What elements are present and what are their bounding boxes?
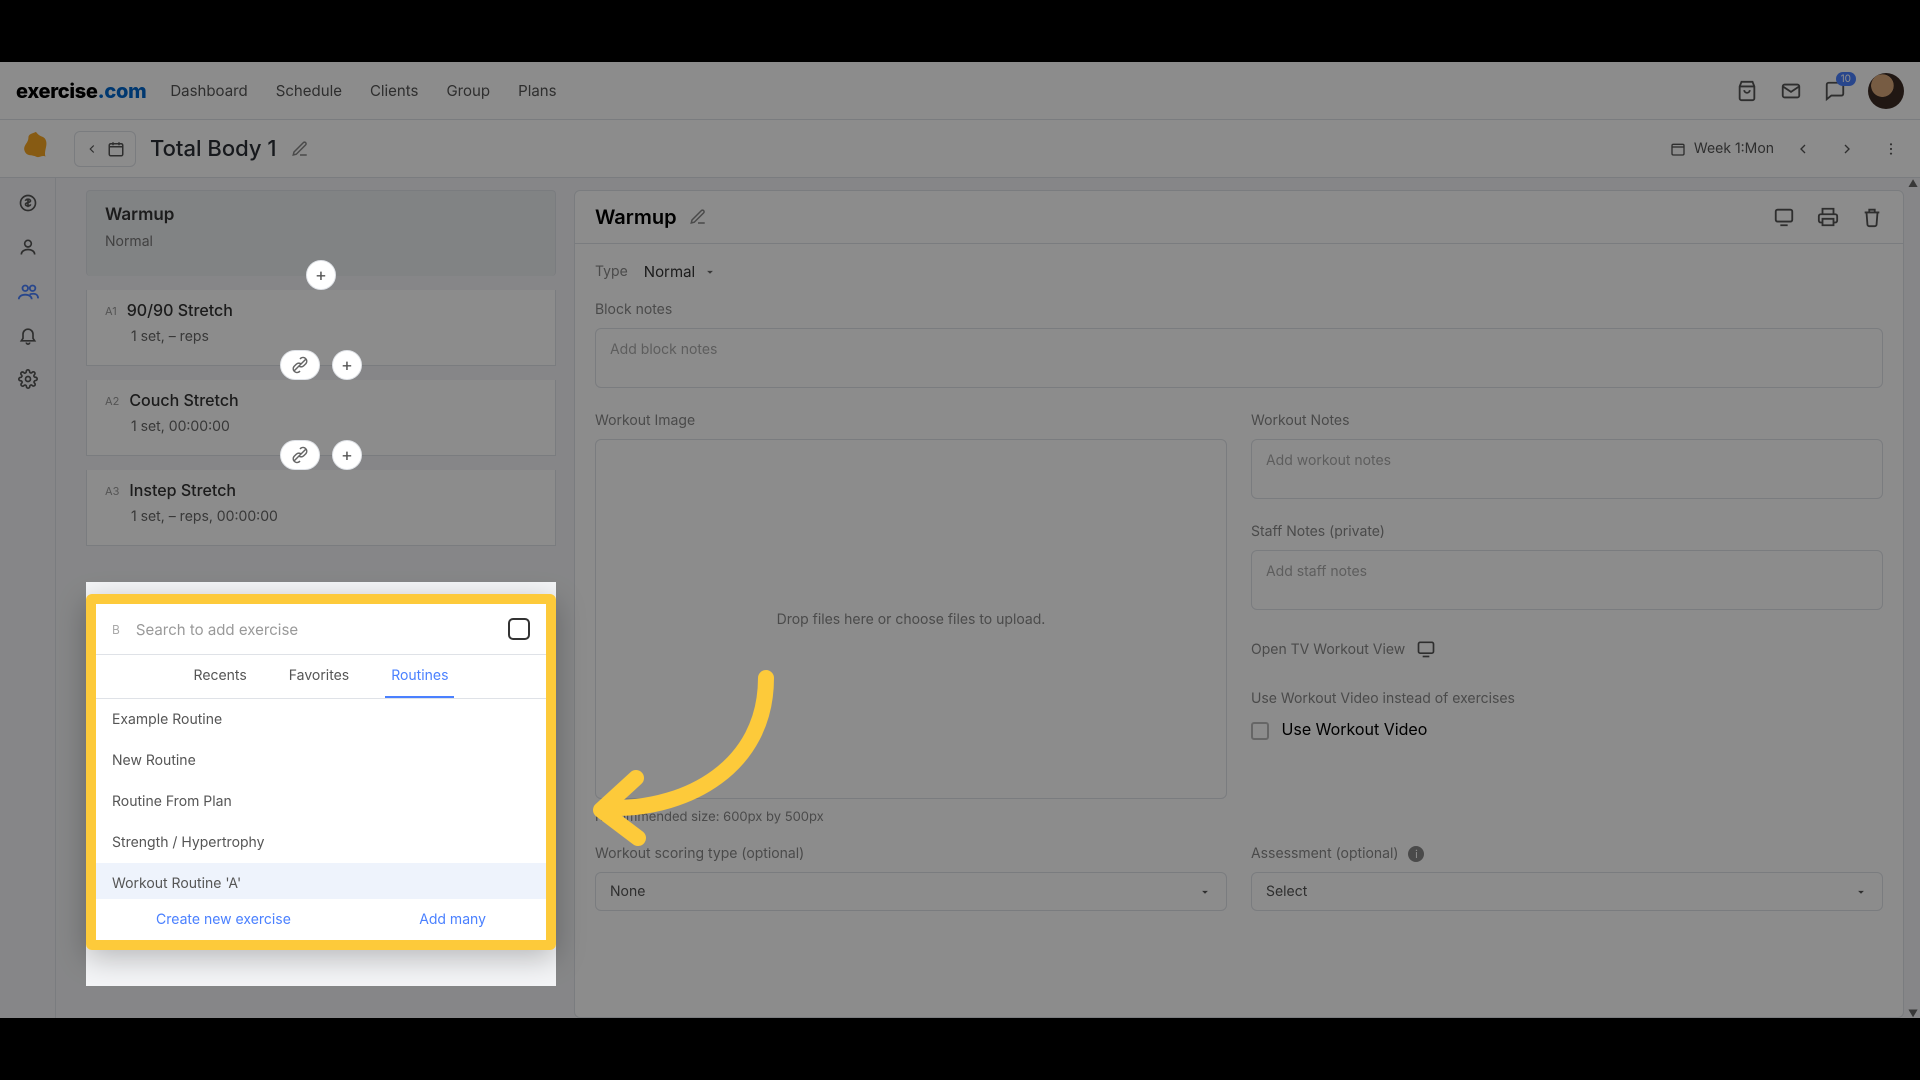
add-exercise-button[interactable]: + bbox=[332, 350, 362, 380]
delete-icon[interactable] bbox=[1861, 206, 1883, 228]
workout-image-label: Workout Image bbox=[595, 412, 1227, 429]
more-icon[interactable] bbox=[1876, 134, 1906, 164]
rail-settings-icon[interactable] bbox=[17, 368, 39, 390]
vertical-scrollbar[interactable]: ▲ ▼ bbox=[1908, 178, 1918, 1018]
image-dropzone[interactable]: Drop files here or choose files to uploa… bbox=[595, 439, 1227, 799]
scoring-select[interactable]: None bbox=[595, 872, 1227, 911]
expand-search-icon[interactable] bbox=[508, 618, 530, 640]
rail-billing-icon[interactable] bbox=[17, 192, 39, 214]
workout-title: Total Body 1 bbox=[150, 136, 277, 162]
user-avatar[interactable] bbox=[1868, 73, 1904, 109]
tab-recents[interactable]: Recents bbox=[188, 655, 253, 698]
exercise-name: 90/90 Stretch bbox=[127, 300, 233, 320]
exercise-meta: 1 set, – reps bbox=[131, 328, 537, 345]
search-prefix-label: B bbox=[112, 622, 120, 637]
exercise-name: Instep Stretch bbox=[129, 480, 236, 500]
tv-view-icon[interactable] bbox=[1773, 206, 1795, 228]
rail-client-icon[interactable] bbox=[17, 236, 39, 258]
chat-icon[interactable]: 10 bbox=[1824, 80, 1846, 102]
list-item[interactable]: New Routine bbox=[96, 740, 546, 781]
create-exercise-link[interactable]: Create new exercise bbox=[156, 911, 291, 928]
shopping-bag-icon[interactable] bbox=[1736, 80, 1758, 102]
week-label: Week 1:Mon bbox=[1694, 140, 1774, 157]
block-notes-input[interactable] bbox=[595, 328, 1883, 388]
type-value: Normal bbox=[644, 262, 695, 281]
staff-notes-label: Staff Notes (private) bbox=[1251, 523, 1883, 540]
assessment-label: Assessment (optional) i bbox=[1251, 845, 1883, 862]
block-name: Warmup bbox=[105, 205, 537, 225]
exercise-search-popup: B Recents Favorites Routines bbox=[86, 594, 556, 950]
workout-notes-input[interactable] bbox=[1251, 439, 1883, 499]
tv-view-label: Open TV Workout View bbox=[1251, 641, 1405, 658]
week-prev-icon[interactable] bbox=[1788, 134, 1818, 164]
assessment-select[interactable]: Select bbox=[1251, 872, 1883, 911]
open-tv-view-icon[interactable] bbox=[1415, 638, 1437, 660]
add-many-link[interactable]: Add many bbox=[419, 911, 486, 928]
list-item[interactable]: Strength / Hypertrophy bbox=[96, 822, 546, 863]
exercise-meta: 1 set, – reps, 00:00:00 bbox=[131, 508, 537, 525]
page-header: Total Body 1 Week 1:Mon bbox=[0, 120, 1920, 178]
mail-icon[interactable] bbox=[1780, 80, 1802, 102]
type-label: Type bbox=[595, 263, 628, 280]
exercise-row[interactable]: A3 Instep Stretch 1 set, – reps, 00:00:0… bbox=[86, 470, 556, 546]
top-nav: exercise.com Dashboard Schedule Clients … bbox=[0, 62, 1920, 120]
nav-group[interactable]: Group bbox=[446, 81, 490, 100]
use-video-checkbox[interactable] bbox=[1251, 722, 1269, 740]
tab-routines[interactable]: Routines bbox=[385, 655, 454, 698]
main-nav: Dashboard Schedule Clients Group Plans bbox=[170, 81, 556, 100]
nav-clients[interactable]: Clients bbox=[370, 81, 419, 100]
exercise-search-input[interactable] bbox=[134, 619, 508, 640]
block-notes-label: Block notes bbox=[595, 301, 1883, 318]
exercise-meta: 1 set, 00:00:00 bbox=[131, 418, 537, 435]
info-icon[interactable]: i bbox=[1408, 846, 1424, 862]
week-selector[interactable]: Week 1:Mon bbox=[1670, 140, 1774, 157]
nav-dashboard[interactable]: Dashboard bbox=[170, 81, 247, 100]
week-next-icon[interactable] bbox=[1832, 134, 1862, 164]
list-item[interactable]: Workout Routine 'A' bbox=[96, 863, 546, 899]
edit-block-name-icon[interactable] bbox=[689, 208, 707, 226]
brand-logo[interactable]: exercise.com bbox=[16, 79, 146, 103]
scoring-value: None bbox=[610, 883, 645, 900]
type-select[interactable]: Normal bbox=[644, 262, 717, 281]
add-exercise-button[interactable]: + bbox=[332, 440, 362, 470]
side-rail bbox=[0, 178, 56, 1018]
print-icon[interactable] bbox=[1817, 206, 1839, 228]
unlink-icon[interactable] bbox=[280, 440, 320, 470]
panel-title: Warmup bbox=[595, 205, 677, 229]
list-item[interactable]: Routine From Plan bbox=[96, 781, 546, 822]
rail-bell-icon[interactable] bbox=[17, 324, 39, 346]
exercise-tag: A3 bbox=[105, 484, 119, 498]
use-video-text: Use Workout Video bbox=[1282, 719, 1428, 739]
staff-notes-input[interactable] bbox=[1251, 550, 1883, 610]
unlink-icon[interactable] bbox=[280, 350, 320, 380]
add-exercise-button[interactable]: + bbox=[306, 260, 336, 290]
plan-logo[interactable] bbox=[12, 125, 60, 173]
rec-size-text: Recommended size: 600px by 500px bbox=[595, 809, 1227, 825]
workout-notes-label: Workout Notes bbox=[1251, 412, 1883, 429]
exercise-tag: A1 bbox=[105, 304, 117, 318]
list-item[interactable]: Example Routine bbox=[96, 699, 546, 740]
nav-schedule[interactable]: Schedule bbox=[276, 81, 342, 100]
brand-name-a: exercise bbox=[16, 79, 98, 103]
edit-title-icon[interactable] bbox=[291, 140, 309, 158]
routines-list: Example Routine New Routine Routine From… bbox=[96, 699, 546, 899]
dropzone-text: Drop files here or choose files to uploa… bbox=[777, 611, 1046, 628]
tab-favorites[interactable]: Favorites bbox=[283, 655, 355, 698]
nav-plans[interactable]: Plans bbox=[518, 81, 556, 100]
assessment-value: Select bbox=[1266, 883, 1307, 900]
notifications-badge: 10 bbox=[1836, 72, 1856, 86]
rail-group-icon[interactable] bbox=[17, 280, 39, 302]
back-calendar-button[interactable] bbox=[74, 131, 136, 167]
exercise-tag: A2 bbox=[105, 394, 119, 408]
scoring-label: Workout scoring type (optional) bbox=[595, 845, 1227, 862]
block-editor-panel: Warmup Type bbox=[574, 190, 1904, 1018]
exercise-name: Couch Stretch bbox=[129, 390, 238, 410]
block-type: Normal bbox=[105, 233, 537, 250]
brand-name-b: .com bbox=[98, 79, 147, 103]
use-video-label: Use Workout Video instead of exercises bbox=[1251, 690, 1883, 707]
